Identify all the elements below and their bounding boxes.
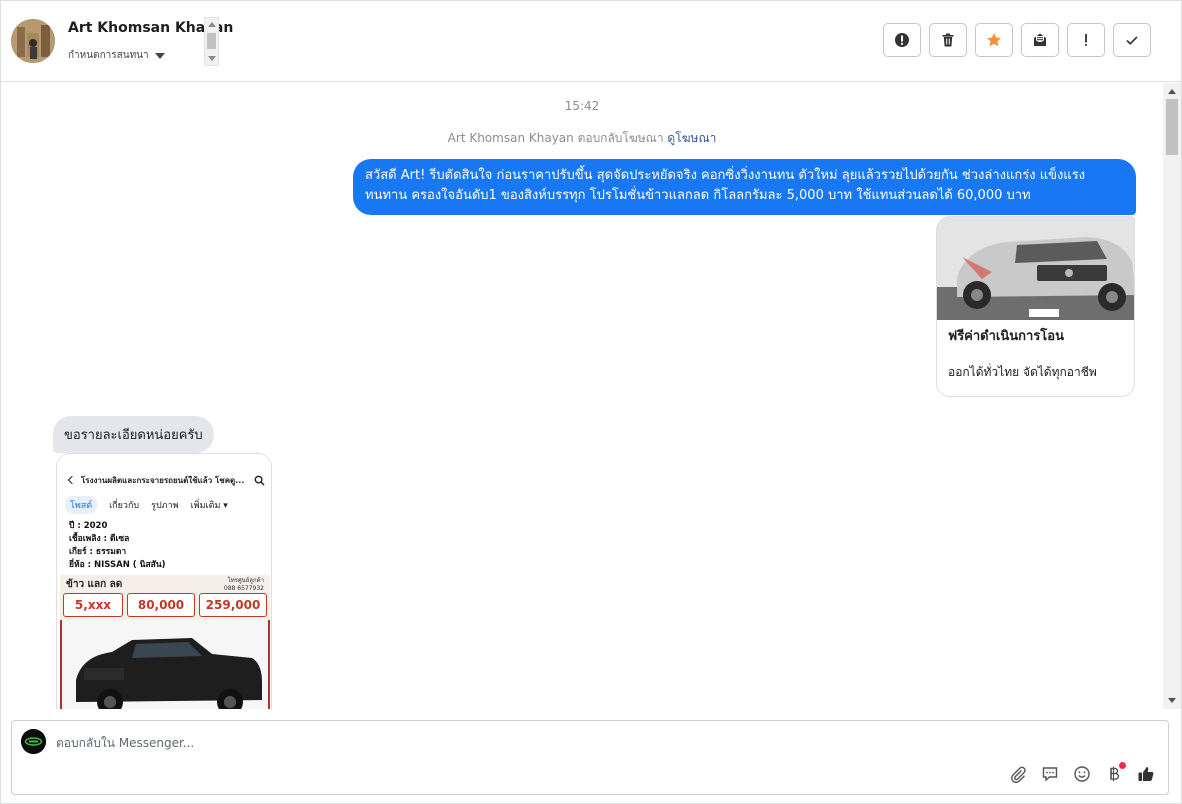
view-ad-link[interactable]: ดูโฆษณา [667,131,716,145]
alert-circle-icon [895,33,909,47]
scroll-thumb[interactable] [207,33,216,49]
ad-card[interactable]: ฟรีค่าดำเนินการโอน ออกได้ทั่วไทย จัดได้ท… [936,216,1135,397]
shot-spec-line: ยี่ห้อ : NISSAN ( นิสสัน) [69,560,166,570]
emoji-button[interactable] [1072,764,1092,784]
star-icon [987,33,1001,47]
shot-specs: ปี : 2020 เชื้อเพลิง : ดีเซล เกียร์ : ธร… [69,520,166,572]
exclamation-icon [1085,34,1087,46]
report-button[interactable] [883,23,921,57]
shot-price-box: 5,xxx [63,593,123,617]
delete-button[interactable] [929,23,967,57]
shot-price-box: 80,000 [127,593,195,617]
shot-promo-title: ข้าว แลก ลด [66,579,123,590]
page-avatar [21,729,46,754]
star-button[interactable] [975,23,1013,57]
ad-card-description: ออกได้ทั่วไทย จัดได้ทุกอาชีพ [948,365,1097,379]
contact-avatar[interactable] [11,19,55,63]
assign-conversation-dropdown[interactable]: กำหนดการสนทนา [68,48,165,63]
mark-unread-button[interactable] [1021,23,1059,57]
trash-icon [942,33,954,47]
shot-topbar: โรงงานผลิตและกระจายรถยนต์ใช้แล้ว โชคดู..… [57,464,271,496]
search-icon [254,475,265,486]
scroll-thumb[interactable] [1166,99,1178,155]
shot-tab: รูปภาพ [151,501,179,511]
scroll-up-icon[interactable] [208,22,216,27]
shot-tab: เพิ่มเติม ▾ [190,501,228,511]
reply-composer [11,720,1169,795]
ad-card-title: ฟรีค่าดำเนินการโอน [948,329,1064,344]
paperclip-icon [1011,766,1026,783]
header-scrollbar[interactable] [204,17,219,66]
shot-car-image [60,620,270,709]
shot-tab: โพสต์ [65,496,98,514]
back-arrow-icon [67,475,77,485]
message-thread[interactable]: 15:42 Art Khomsan Khayan ตอบกลับโฆษณา ดู… [1,83,1163,709]
shot-price: 259,000 [205,598,261,612]
shot-spec-line: เกียร์ : ธรรมดา [69,547,127,557]
emoji-icon [1074,766,1090,782]
messenger-conversation-window: Art Khomsan Khayan กำหนดการสนทนา 15:42 A… [0,0,1182,804]
shot-tabs: โพสต์ เกี่ยวกับ รูปภาพ เพิ่มเติม ▾ [65,496,228,514]
reply-input[interactable] [56,733,656,753]
ad-reply-info: Art Khomsan Khayan ตอบกลับโฆษณา ดูโฆษณา [1,129,1163,148]
spam-button[interactable] [1067,23,1105,57]
like-button[interactable] [1136,764,1156,784]
chat-icon [1042,767,1058,782]
conversation-header: Art Khomsan Khayan กำหนดการสนทนา [1,1,1181,82]
caret-down-icon [154,52,165,59]
shot-spec-line: ปี : 2020 [69,521,108,531]
outgoing-message[interactable]: สวัสดี Art! รีบตัดสินใจ ก่อนราคาปรับขึ้น… [353,159,1136,215]
payment-button[interactable] [1104,762,1126,784]
mark-done-button[interactable] [1113,23,1151,57]
shot-page-title: โรงงานผลิตและกระจายรถยนต์ใช้แล้ว โชคดู..… [81,475,245,485]
shot-promo-phone: โทรศูนย์ลูกค้า 088 6577932 [223,577,264,592]
scroll-up-icon[interactable] [1168,89,1176,94]
notification-dot [1119,762,1126,769]
thread-scrollbar[interactable] [1163,83,1181,709]
incoming-image-attachment[interactable]: โรงงานผลิตและกระจายรถยนต์ใช้แล้ว โชคดู..… [56,453,272,709]
ad-card-image [937,217,1134,320]
ad-reply-text: Art Khomsan Khayan ตอบกลับโฆษณา [447,131,664,145]
incoming-message[interactable]: ขอรายละเอียดหน่อยครับ [53,416,214,453]
shot-price-box: 259,000 [199,593,267,617]
scroll-down-icon[interactable] [1168,698,1176,703]
shot-spec-line: เชื้อเพลิง : ดีเซล [69,534,130,544]
composer-tools [1008,762,1156,784]
header-actions [883,23,1151,57]
message-timestamp: 15:42 [564,99,600,113]
assign-label: กำหนดการสนทนา [68,50,149,61]
scroll-down-icon[interactable] [208,56,216,61]
shot-price: 5,xxx [74,598,112,612]
thumbs-up-icon [1138,767,1154,781]
shot-tab: เกี่ยวกับ [109,501,140,511]
envelope-icon [1034,33,1046,46]
shot-promo-banner: ข้าว แลก ลด โทรศูนย์ลูกค้า 088 6577932 5… [60,575,270,620]
checkmark-icon [1126,36,1138,45]
saved-replies-button[interactable] [1040,764,1060,784]
shot-price: 80,000 [137,598,185,612]
attach-button[interactable] [1008,764,1028,784]
